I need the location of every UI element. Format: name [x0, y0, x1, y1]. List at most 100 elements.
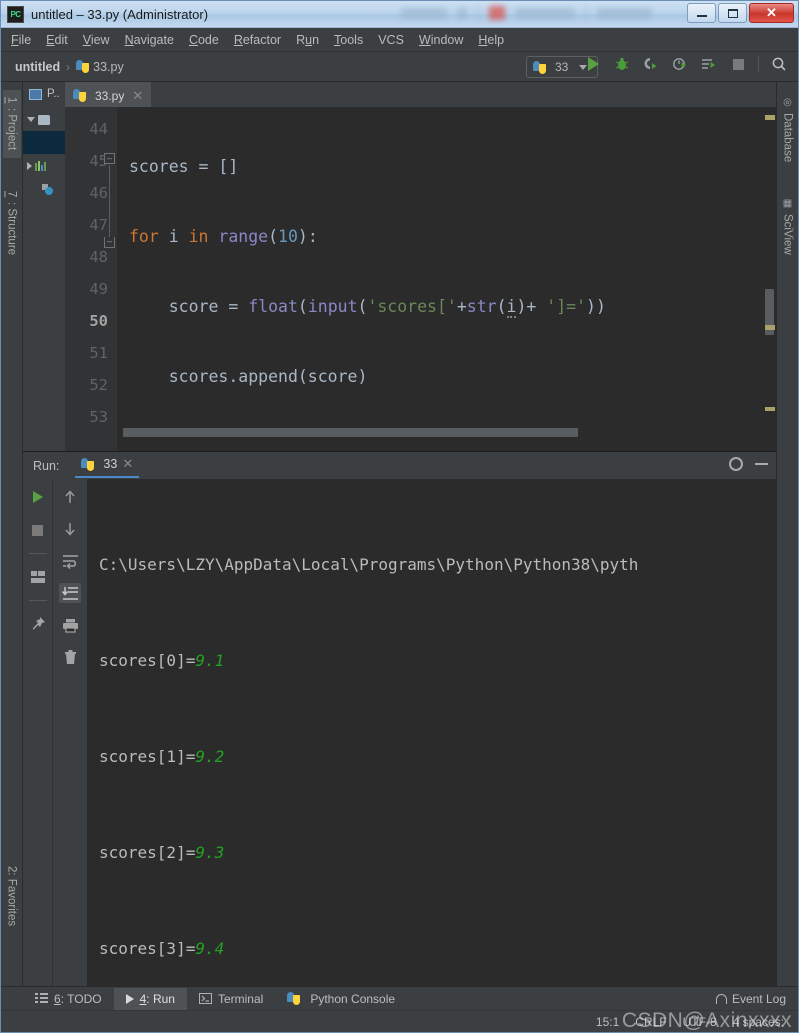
menu-vcs[interactable]: VCS — [378, 33, 404, 47]
menu-navigate[interactable]: Navigate — [125, 33, 174, 47]
trash-icon[interactable] — [59, 647, 81, 667]
menu-help[interactable]: Help — [478, 33, 504, 47]
print-icon[interactable] — [59, 615, 81, 635]
scroll-to-end-icon[interactable] — [59, 583, 81, 603]
debug-icon[interactable] — [613, 55, 631, 73]
stop-icon[interactable] — [27, 520, 49, 540]
sidebar-item-sciview[interactable]: ▦ SciView — [779, 191, 797, 262]
sidebar-item-database[interactable]: ◎ Database — [779, 90, 797, 169]
line-number-gutter: 44 45 46 47 48 49 50 51 52 53 – – — [65, 107, 117, 451]
breadcrumb-project[interactable]: untitled — [15, 60, 60, 74]
close-icon[interactable]: ✕ — [122, 456, 133, 472]
bottom-tab-todo[interactable]: 6: TODO — [23, 988, 114, 1010]
sidebar-item-structure[interactable]: 7: Structure — [3, 184, 21, 262]
breadcrumb-separator-icon: › — [66, 59, 71, 74]
right-tool-strip: ◎ Database ▦ SciView — [776, 82, 798, 986]
menu-edit[interactable]: Edit — [46, 33, 68, 47]
run-panel-header: Run: 33 ✕ — [23, 452, 776, 479]
menu-file[interactable]: File — [11, 33, 31, 47]
editor-vertical-scrollbar[interactable] — [763, 107, 776, 451]
event-log-button[interactable]: Event Log — [715, 992, 786, 1006]
blurred-title-content — [401, 5, 652, 21]
soft-wrap-icon[interactable] — [59, 551, 81, 571]
menu-view[interactable]: View — [83, 33, 110, 47]
run-icon[interactable] — [584, 55, 602, 73]
editor-tab-33py[interactable]: 33.py ✕ — [65, 82, 152, 107]
console-input-value: 9.2 — [195, 747, 225, 766]
code-text[interactable]: scores = [] for i in range(10): score = … — [117, 107, 776, 451]
scroll-marker — [765, 325, 775, 330]
run-panel-title: Run: — [33, 458, 60, 473]
code-line-45: for i in range(10): — [129, 227, 318, 246]
close-icon[interactable]: ✕ — [132, 88, 143, 104]
maximize-button[interactable] — [718, 3, 747, 23]
run-tab-33[interactable]: 33 ✕ — [75, 453, 140, 478]
stop-icon[interactable] — [729, 55, 747, 73]
menu-bar: File Edit View Navigate Code Refactor Ru… — [1, 28, 798, 52]
line-number: 53 — [89, 408, 108, 426]
line-number: 50 — [89, 312, 108, 330]
python-file-icon — [76, 60, 90, 73]
minimize-button[interactable] — [687, 3, 716, 23]
minimize-icon[interactable] — [755, 463, 768, 465]
toolbar-divider — [758, 56, 759, 72]
run-tab-label: 33 — [103, 457, 118, 471]
console-horizontal-scrollbar[interactable] — [99, 975, 762, 983]
python-tab-icon — [73, 89, 86, 102]
bottom-tool-bar: 6: TODO 4: Run Terminal Python Console E… — [1, 986, 798, 1010]
menu-run[interactable]: Run — [296, 33, 319, 47]
indent-setting[interactable]: 4 spaces: — [733, 1015, 784, 1029]
run-panel-actions — [729, 457, 768, 471]
editor-horizontal-scrollbar[interactable] — [117, 428, 763, 437]
sciview-icon: ▦ — [782, 198, 793, 210]
profile-icon[interactable] — [671, 55, 689, 73]
console-output[interactable]: C:\Users\LZY\AppData\Local\Programs\Pyth… — [87, 479, 776, 986]
coverage-icon[interactable] — [642, 55, 660, 73]
fold-end-icon[interactable]: – — [104, 237, 115, 248]
layout-icon[interactable] — [27, 567, 49, 587]
run-actions-column-right — [53, 479, 87, 986]
todo-icon — [35, 993, 48, 1003]
fold-collapse-icon[interactable]: – — [104, 153, 115, 164]
sidebar-item-project[interactable]: 1: Project — [2, 90, 21, 158]
code-line-47: scores.append(score) — [129, 367, 368, 386]
menu-window[interactable]: Window — [419, 33, 463, 47]
menu-tools[interactable]: Tools — [334, 33, 363, 47]
bottom-tab-terminal[interactable]: Terminal — [187, 988, 275, 1010]
search-icon[interactable] — [770, 55, 788, 73]
line-number: 52 — [89, 376, 108, 394]
run-panel-body: C:\Users\LZY\AppData\Local\Programs\Pyth… — [23, 479, 776, 986]
console-prompt-1: scores[1]=9.2 — [99, 747, 225, 766]
code-view: 44 45 46 47 48 49 50 51 52 53 – – scores… — [65, 107, 776, 451]
pin-icon[interactable] — [27, 614, 49, 634]
close-button[interactable]: ✕ — [749, 3, 794, 23]
python-run-icon — [81, 457, 95, 471]
rerun-icon[interactable] — [27, 487, 49, 507]
python-config-icon — [533, 60, 546, 74]
editor-tab-strip: 33.py ✕ — [65, 82, 776, 107]
up-arrow-icon[interactable] — [59, 487, 81, 507]
editor-hscroll-thumb[interactable] — [123, 428, 578, 437]
window-controls: ✕ — [687, 3, 794, 23]
menu-refactor[interactable]: Refactor — [234, 33, 281, 47]
sidebar-item-favorites[interactable]: 2: Favorites — [6, 866, 18, 926]
console-prompt-0: scores[0]=9.1 — [99, 651, 225, 670]
structure-label: : Structure — [5, 202, 18, 256]
menu-code[interactable]: Code — [189, 33, 219, 47]
file-encoding[interactable]: UTF-8 — [683, 1015, 717, 1029]
python-console-icon — [287, 992, 301, 1005]
run-with-tools-icon[interactable] — [700, 55, 718, 73]
bottom-tab-run[interactable]: 4: Run — [113, 987, 187, 1010]
console-prompt-3: scores[3]=9.4 — [99, 939, 225, 958]
project-label: : Project — [5, 108, 18, 151]
caret-position[interactable]: 15:1 — [596, 1015, 619, 1029]
run-config-label: 33 — [555, 60, 569, 74]
console-input-value: 9.3 — [195, 843, 225, 862]
database-label: Database — [781, 113, 794, 163]
gear-icon[interactable] — [729, 457, 743, 471]
bottom-tab-python-console[interactable]: Python Console — [275, 988, 407, 1010]
center-column: P.. 33.py ✕ 44 45 46 47 48 49 50 51 52 5… — [23, 82, 776, 986]
line-separator[interactable]: CRLF — [635, 1015, 666, 1029]
breadcrumb-file[interactable]: 33.py — [93, 60, 124, 74]
down-arrow-icon[interactable] — [59, 519, 81, 539]
